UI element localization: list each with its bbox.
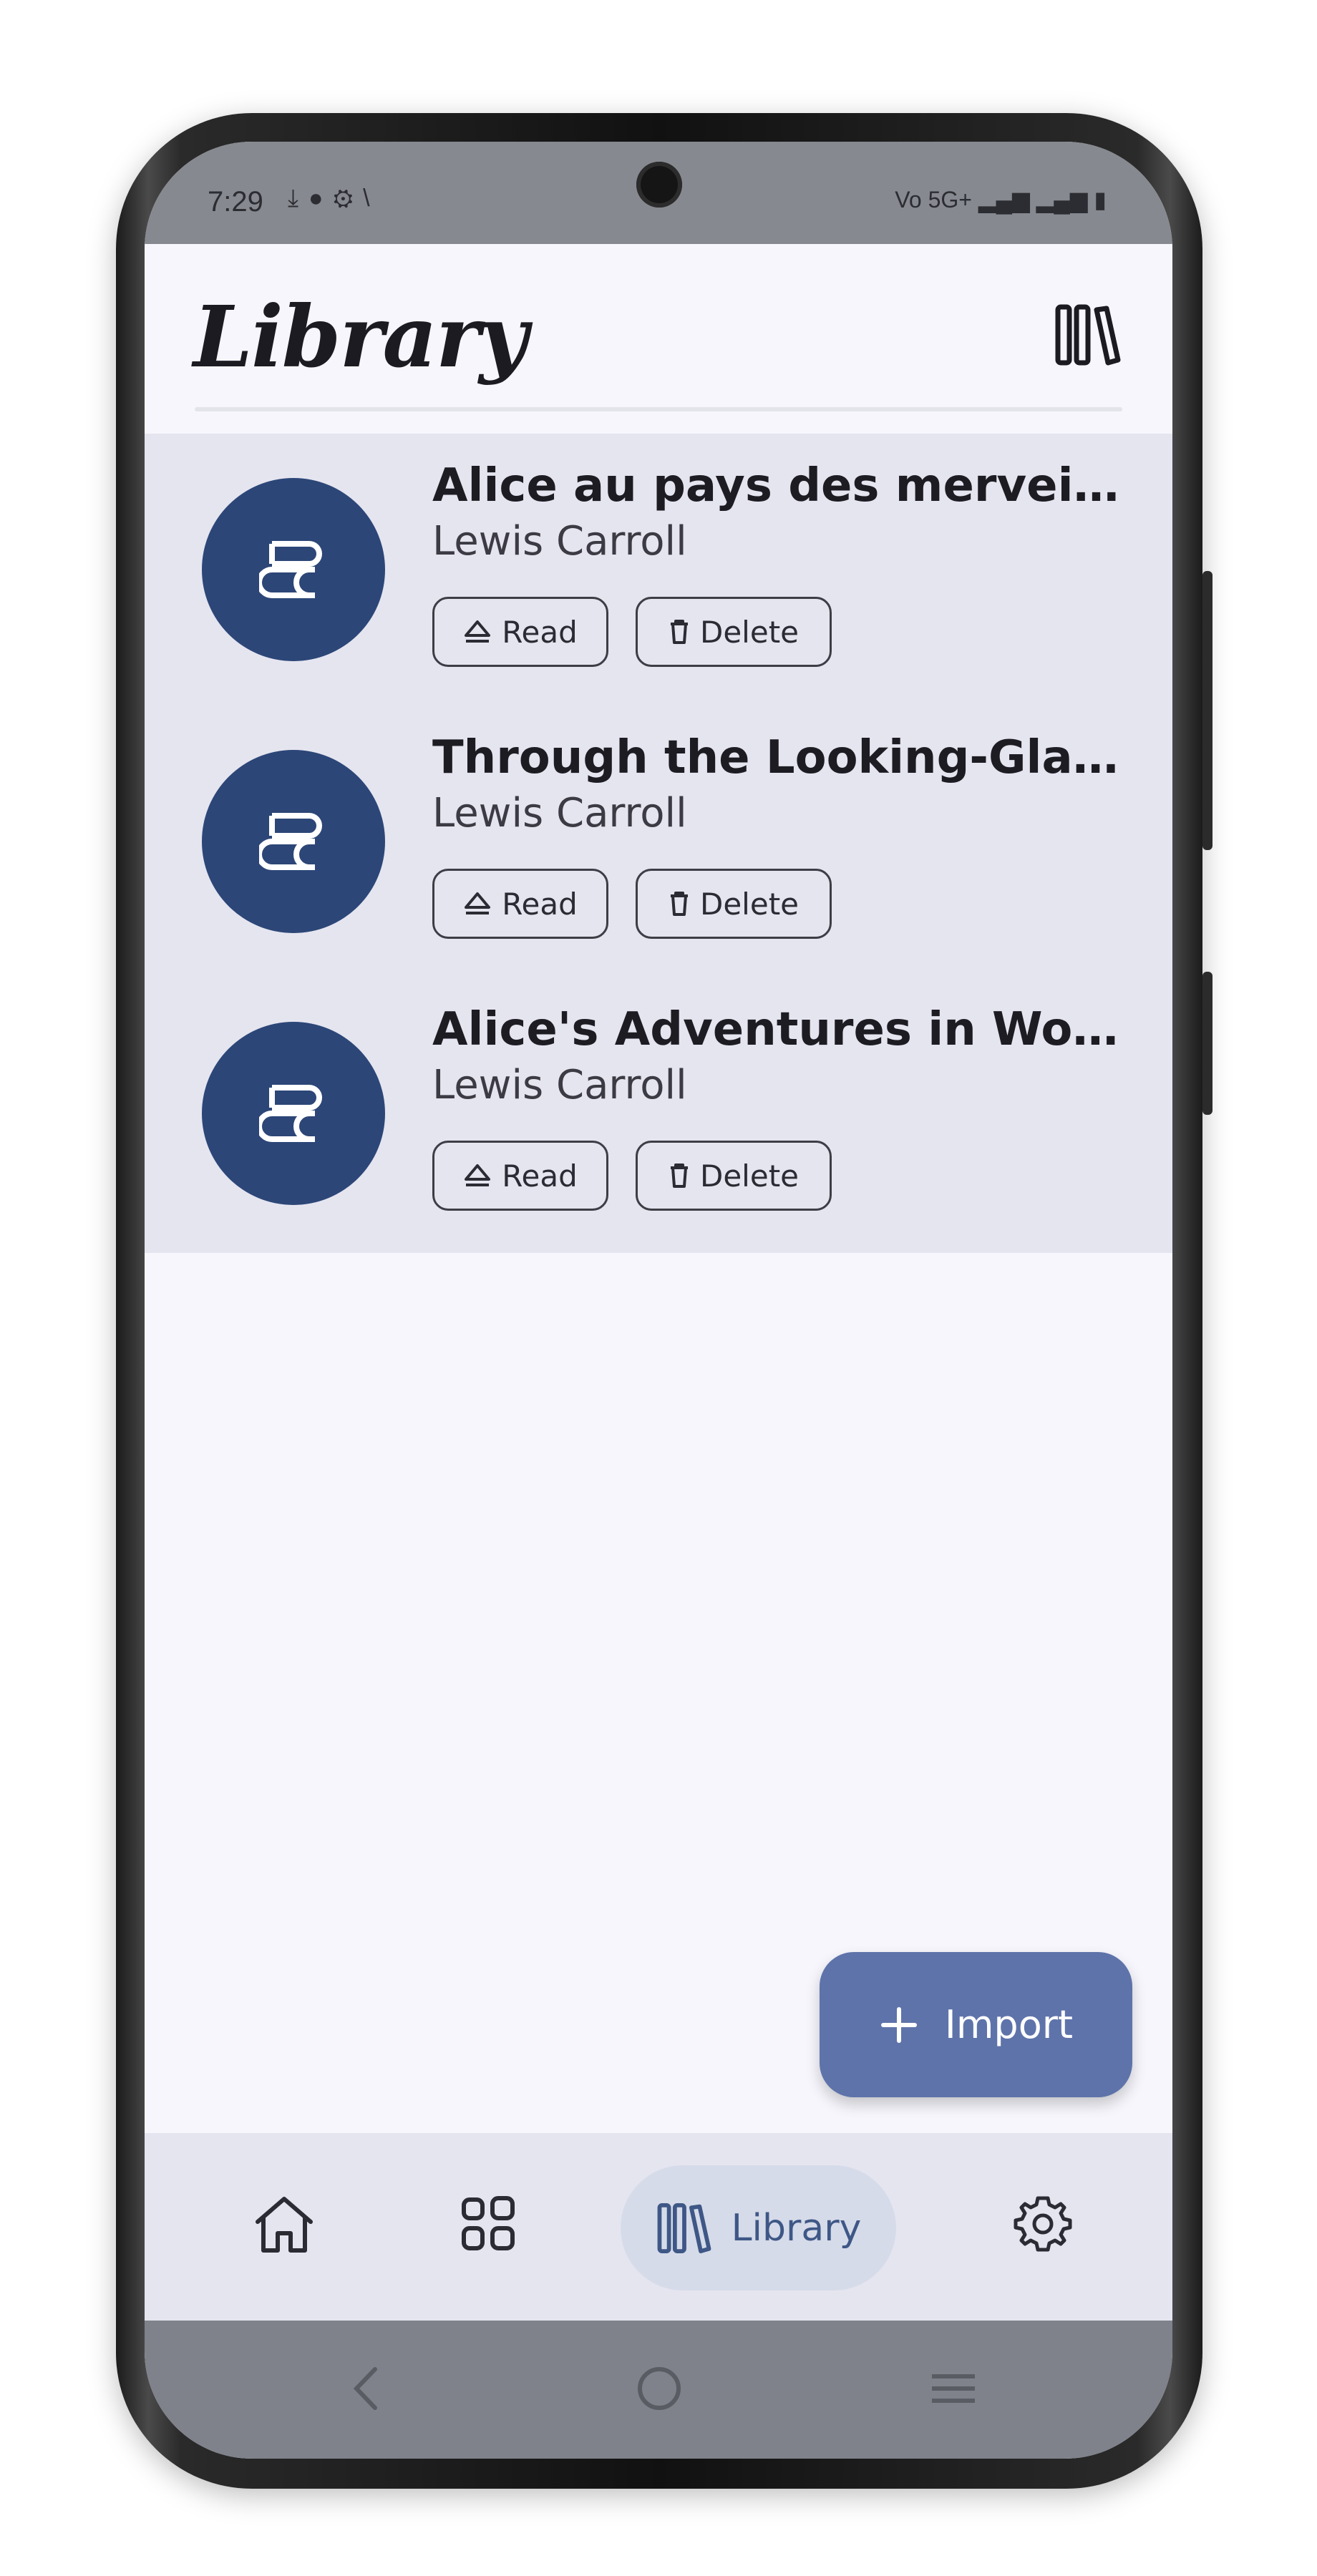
read-button[interactable]: Read xyxy=(432,597,608,667)
eject-icon xyxy=(465,1164,491,1186)
delete-label: Delete xyxy=(700,614,799,650)
page-title: Library xyxy=(193,287,528,386)
import-label: Import xyxy=(944,2002,1074,2047)
power-button xyxy=(1202,972,1212,1115)
avatar xyxy=(202,750,385,933)
phone-screen: 7:29 ⤓●⚙\ Vo 5G+ ▂▄▆ ▂▄▆ ▮ Library Alice… xyxy=(145,142,1172,2459)
trash-icon xyxy=(671,620,688,644)
signal-icon: ▂▄▆ xyxy=(1036,187,1088,213)
delete-label: Delete xyxy=(700,886,799,922)
signal-icon: ▂▄▆ xyxy=(978,187,1030,213)
read-label: Read xyxy=(502,614,578,650)
volume-button xyxy=(1202,571,1212,850)
list-item[interactable]: Alice's Adventures in Won… Lewis Carroll… xyxy=(145,977,1172,1249)
read-label: Read xyxy=(502,886,578,922)
list-item[interactable]: Alice au pays des merveill… Lewis Carrol… xyxy=(145,434,1172,706)
nav-library[interactable]: Library xyxy=(621,2165,896,2290)
status-bar: 7:29 ⤓●⚙\ Vo 5G+ ▂▄▆ ▂▄▆ ▮ xyxy=(145,142,1172,244)
recents-icon[interactable] xyxy=(928,2363,979,2414)
book-author: Lewis Carroll xyxy=(432,518,687,565)
book-icon xyxy=(259,813,322,870)
system-nav-bar xyxy=(145,2321,1172,2459)
nav-home[interactable] xyxy=(245,2185,324,2263)
read-button[interactable]: Read xyxy=(432,1141,608,1211)
book-author: Lewis Carroll xyxy=(432,1062,687,1108)
battery-icon: ▮ xyxy=(1094,187,1107,213)
book-title: Through the Looking-Glas… xyxy=(432,731,1134,784)
back-icon[interactable] xyxy=(345,2363,388,2414)
book-list: Alice au pays des merveill… Lewis Carrol… xyxy=(145,434,1172,1253)
book-icon xyxy=(259,1085,322,1142)
grid-icon xyxy=(462,2196,515,2250)
book-title: Alice's Adventures in Won… xyxy=(432,1003,1134,1056)
status-time: 7:29 xyxy=(208,186,263,218)
book-author: Lewis Carroll xyxy=(432,790,687,836)
camera-icon xyxy=(636,162,682,208)
message-icon: ● xyxy=(308,185,334,212)
home-icon xyxy=(256,2197,313,2253)
home-circle-icon[interactable] xyxy=(634,2363,684,2414)
avatar xyxy=(202,478,385,661)
eject-icon xyxy=(465,620,491,643)
settings-icon: ⚙ xyxy=(333,185,364,212)
library-books-icon xyxy=(657,2202,711,2253)
eject-icon xyxy=(465,892,491,914)
header-divider xyxy=(195,407,1122,411)
delete-button[interactable]: Delete xyxy=(636,869,832,939)
status-left-icons: ⤓●⚙\ xyxy=(288,185,380,213)
nav-settings[interactable] xyxy=(1003,2185,1082,2263)
bottom-nav: Library xyxy=(145,2133,1172,2321)
trash-icon xyxy=(671,1163,688,1188)
app-bar: Library xyxy=(145,244,1172,416)
trash-icon xyxy=(671,892,688,916)
avatar xyxy=(202,1022,385,1205)
delete-button[interactable]: Delete xyxy=(636,1141,832,1211)
plus-icon xyxy=(880,2006,917,2043)
network-label: Vo 5G+ xyxy=(895,187,972,213)
import-button[interactable]: Import xyxy=(820,1952,1132,2097)
nav-library-label: Library xyxy=(731,2206,862,2250)
gear-icon xyxy=(1014,2196,1072,2252)
list-item[interactable]: Through the Looking-Glas… Lewis Carroll … xyxy=(145,706,1172,977)
delete-label: Delete xyxy=(700,1158,799,1194)
signal-slash-icon: \ xyxy=(363,185,380,212)
read-button[interactable]: Read xyxy=(432,869,608,939)
delete-button[interactable]: Delete xyxy=(636,597,832,667)
book-icon xyxy=(259,541,322,598)
nav-apps[interactable] xyxy=(449,2185,528,2263)
read-label: Read xyxy=(502,1158,578,1194)
status-right-icons: Vo 5G+ ▂▄▆ ▂▄▆ ▮ xyxy=(895,186,1107,213)
download-icon: ⤓ xyxy=(288,185,309,212)
book-title: Alice au pays des merveill… xyxy=(432,459,1134,512)
library-books-icon[interactable] xyxy=(1054,303,1122,367)
